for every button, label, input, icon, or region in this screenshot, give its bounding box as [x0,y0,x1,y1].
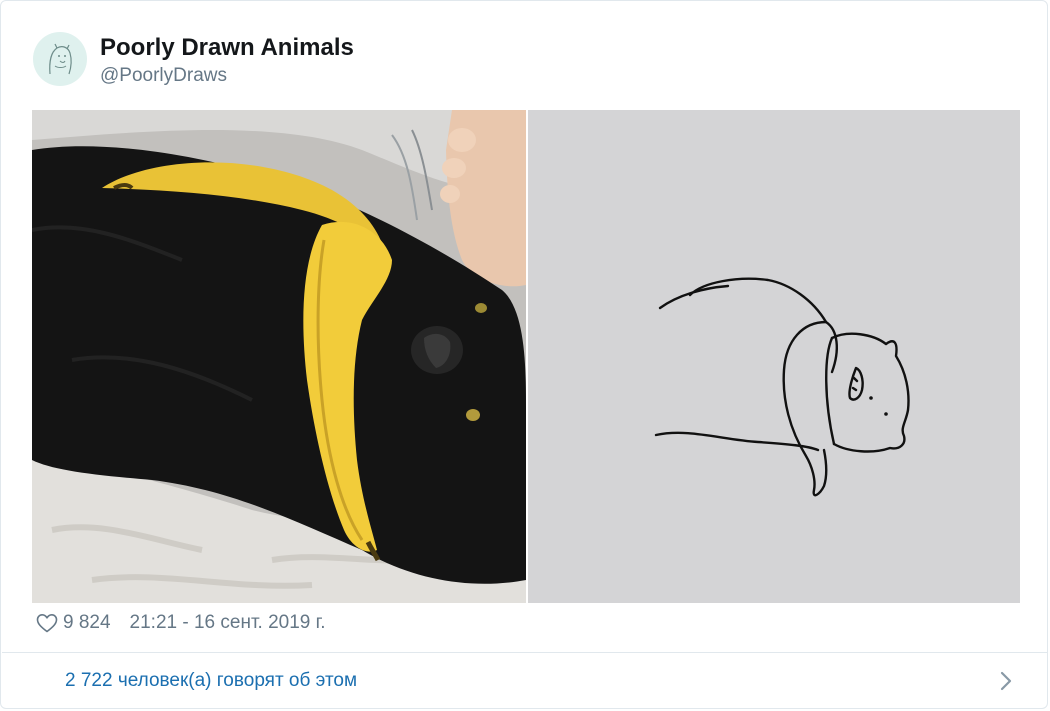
heart-outline-icon[interactable] [35,611,59,635]
discussion-link[interactable]: 2 722 человек(а) говорят об этом [2,653,1048,709]
cat-banana-drawing-image [528,110,1020,603]
like-count[interactable]: 9 824 [63,612,111,634]
discussion-count-text[interactable]: 2 722 человек(а) говорят об этом [65,670,357,692]
author-handle[interactable]: @PoorlyDraws [100,65,227,87]
tweet-media[interactable] [32,110,1020,603]
chevron-right-icon[interactable] [998,669,1014,693]
cat-banana-photo[interactable] [32,110,526,603]
avatar-drawing-icon [49,43,72,75]
author-avatar[interactable] [33,32,87,86]
cat-banana-drawing[interactable] [528,110,1020,603]
cat-banana-photo-image [32,110,526,603]
author-name[interactable]: Poorly Drawn Animals [100,34,354,62]
tweet-card: Poorly Drawn Animals @PoorlyDraws 9 824 … [0,0,1048,709]
tweet-meta: 9 824 21:21 - 16 сент. 2019 г. [35,610,326,636]
tweet-timestamp[interactable]: 21:21 - 16 сент. 2019 г. [130,612,326,634]
